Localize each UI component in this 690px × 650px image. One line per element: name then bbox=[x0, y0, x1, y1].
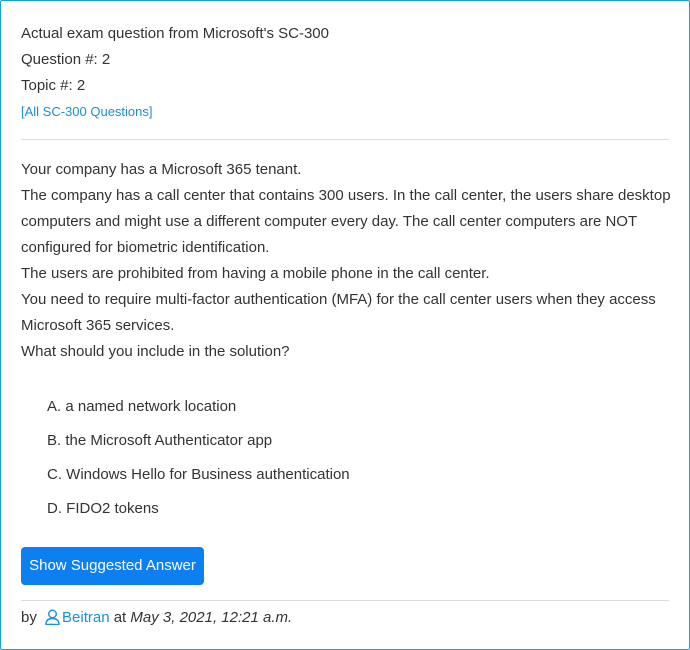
post-date: May 3, 2021, 12:21 a.m. bbox=[130, 609, 293, 626]
choice-b[interactable]: B. the Microsoft Authenticator app bbox=[47, 429, 350, 463]
choice-d[interactable]: D. FIDO2 tokens bbox=[47, 497, 350, 531]
question-paragraph: You need to require multi-factor authent… bbox=[21, 291, 656, 334]
all-questions-link[interactable]: [All SC-300 Questions] bbox=[21, 104, 153, 119]
question-header: Actual exam question from Microsoft's SC… bbox=[21, 21, 329, 125]
topic-number: Topic #: 2 bbox=[21, 77, 86, 94]
choice-c[interactable]: C. Windows Hello for Business authentica… bbox=[47, 463, 350, 497]
exam-title: Actual exam question from Microsoft's SC… bbox=[21, 25, 329, 42]
question-number: Question #: 2 bbox=[21, 51, 111, 68]
header-divider bbox=[21, 139, 669, 140]
choices-list: A. a named network location B. the Micro… bbox=[47, 395, 350, 531]
show-suggested-answer-button[interactable]: Show Suggested Answer bbox=[21, 547, 204, 585]
question-paragraph: The company has a call center that conta… bbox=[21, 187, 671, 256]
at-label: at bbox=[113, 609, 127, 626]
question-paragraph: Your company has a Microsoft 365 tenant. bbox=[21, 161, 302, 178]
choice-a[interactable]: A. a named network location bbox=[47, 395, 350, 429]
question-footer: by Beitran at May 3, 2021, 12:21 a.m. bbox=[21, 607, 292, 632]
footer-divider bbox=[21, 600, 669, 601]
question-paragraph: What should you include in the solution? bbox=[21, 343, 290, 360]
question-paragraph: The users are prohibited from having a m… bbox=[21, 265, 490, 282]
user-icon bbox=[45, 609, 60, 632]
by-label: by bbox=[21, 609, 37, 626]
question-body: Your company has a Microsoft 365 tenant.… bbox=[21, 157, 671, 365]
username-link[interactable]: Beitran bbox=[62, 609, 110, 626]
question-card: Actual exam question from Microsoft's SC… bbox=[0, 0, 690, 650]
